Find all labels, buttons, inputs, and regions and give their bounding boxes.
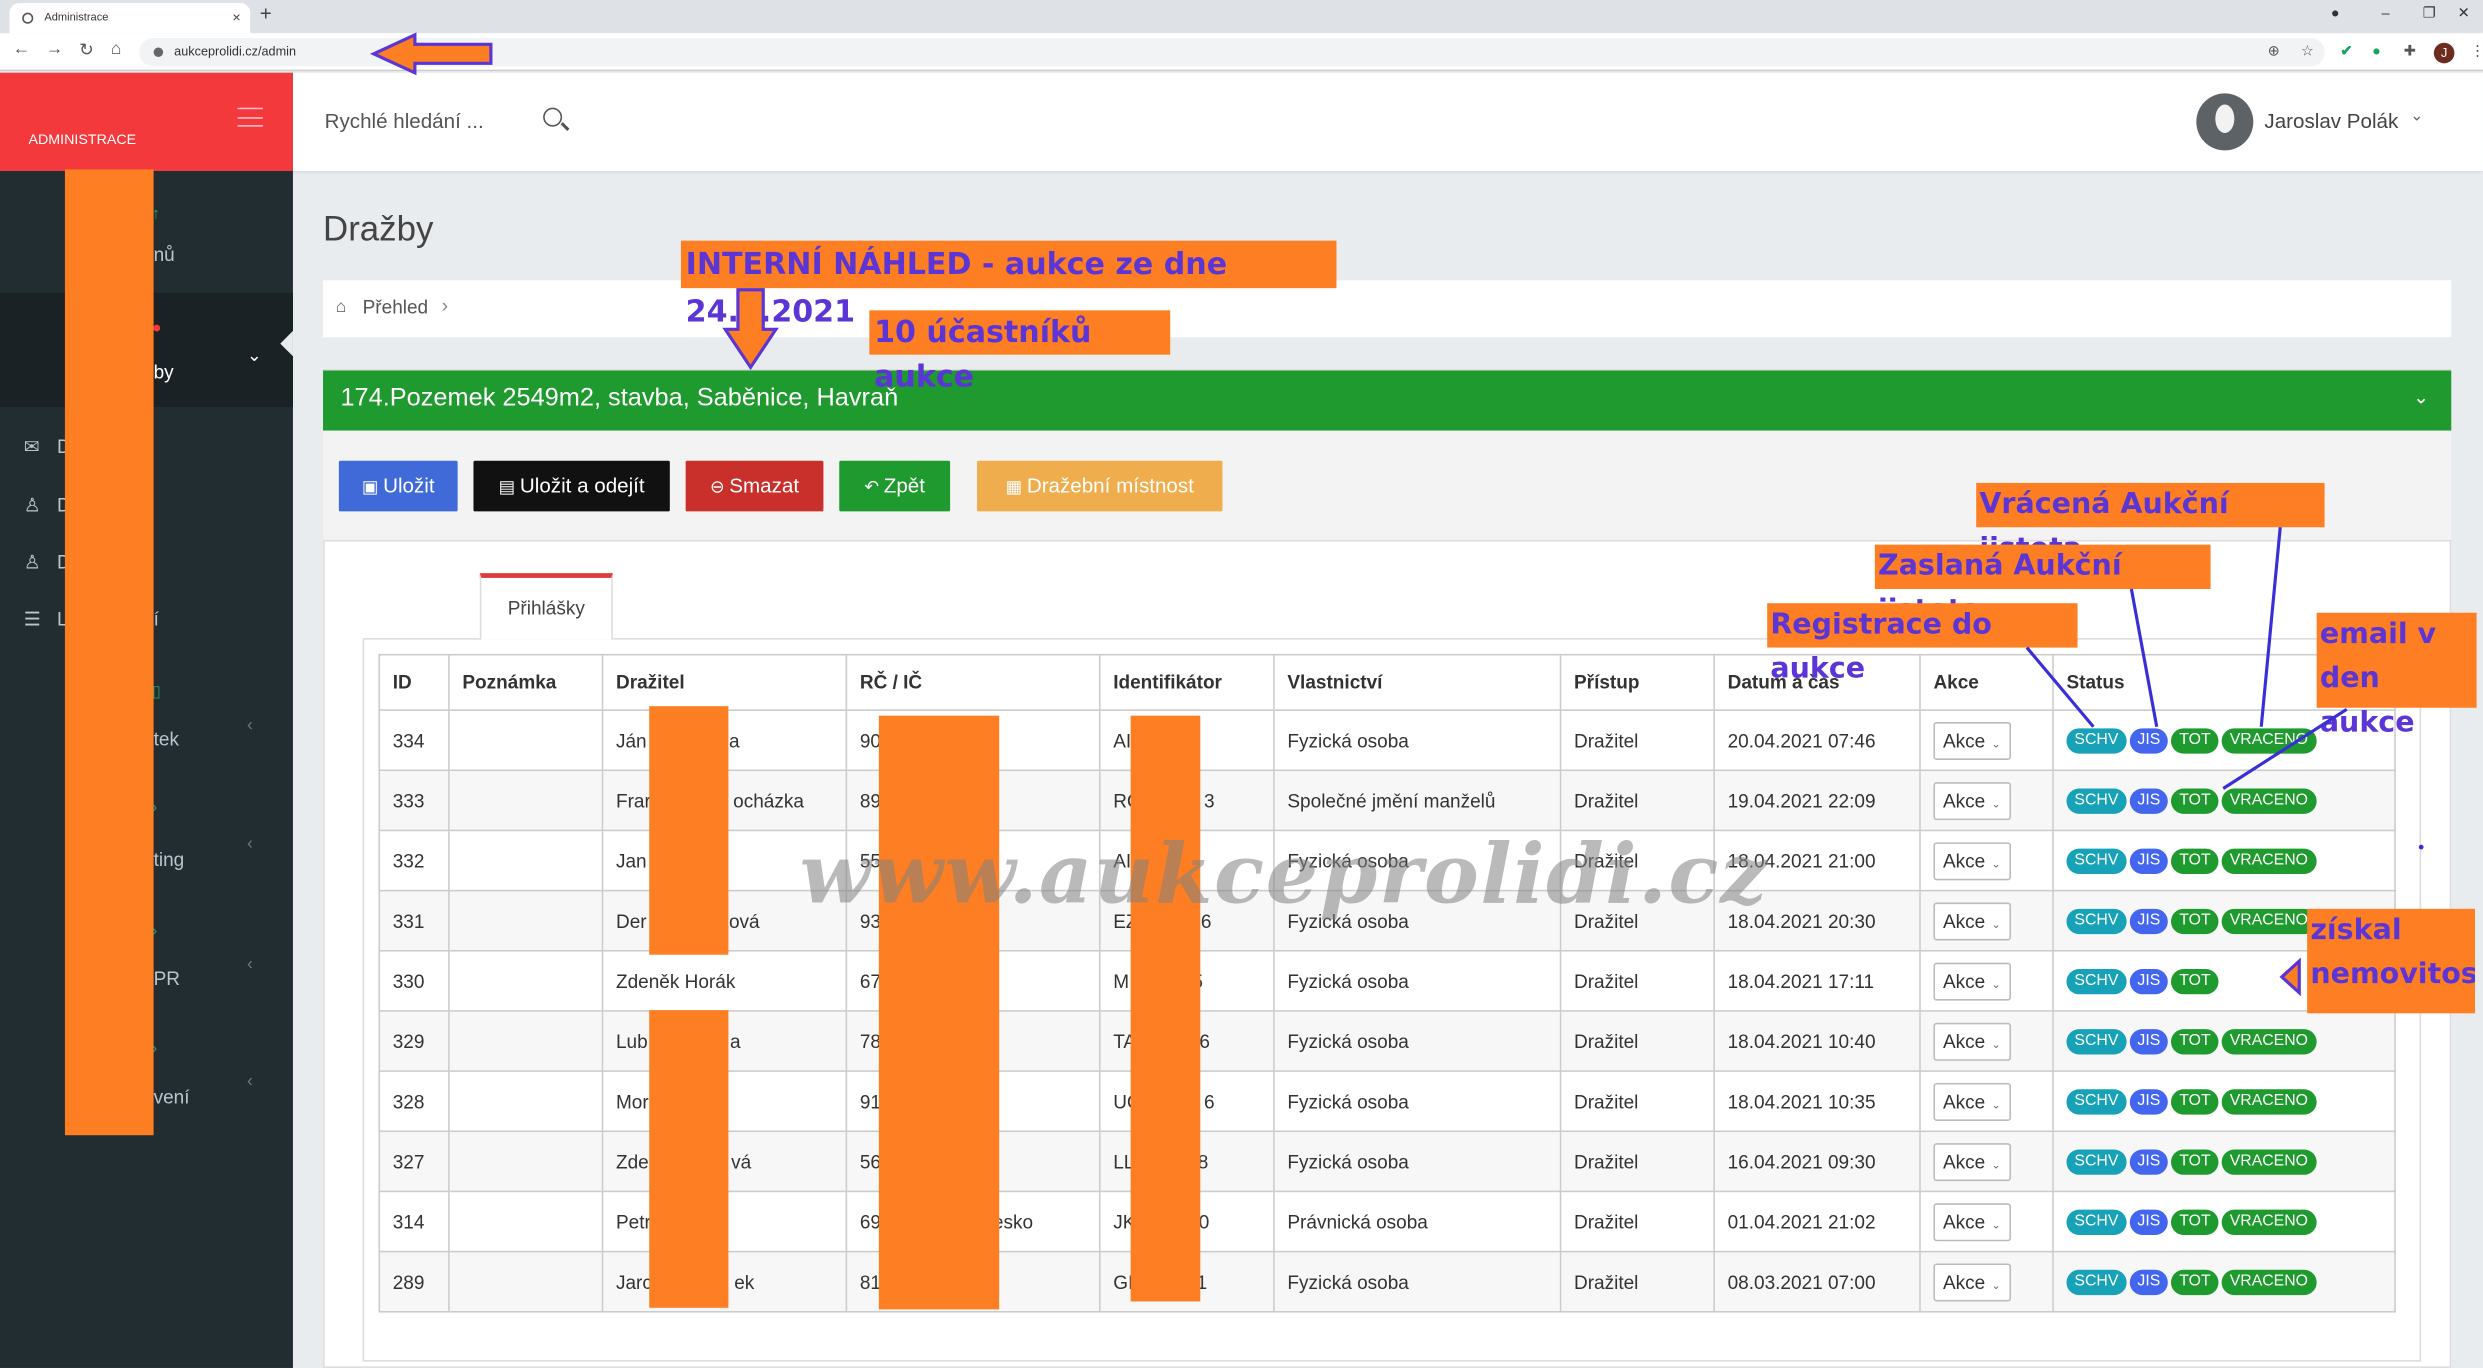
pointer-line xyxy=(2129,588,2159,728)
arrow-shape xyxy=(2279,957,2301,997)
marker-dot xyxy=(2418,844,2424,850)
screen: Administrace × + ● – ❐ ✕ ← → ↻ ⌂ aukcepr… xyxy=(0,0,2483,1368)
pointer-line xyxy=(2025,646,2095,728)
arrow-shape xyxy=(369,32,493,76)
pointer-line xyxy=(2222,707,2348,790)
annotation-arrows xyxy=(369,32,2424,997)
arrow-shape xyxy=(722,288,779,371)
pointer-line xyxy=(2259,527,2282,727)
